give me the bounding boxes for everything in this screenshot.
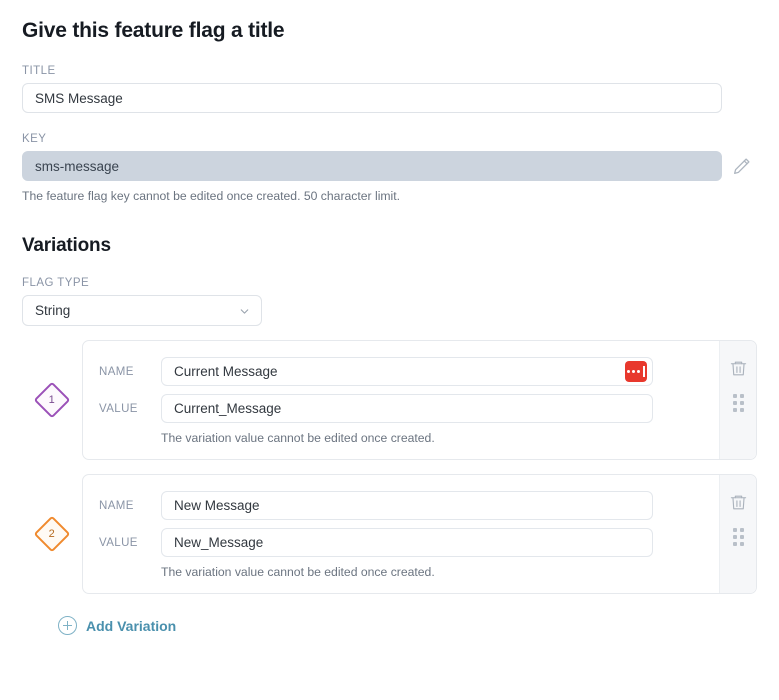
- variation-name-label: NAME: [99, 365, 134, 378]
- handle-dot: [739, 528, 744, 532]
- handle-dot: [739, 535, 744, 539]
- variation-name-label: NAME: [99, 499, 134, 512]
- chevron-down-icon[interactable]: [238, 305, 251, 318]
- handle-dot: [732, 401, 737, 405]
- handle-dot: [732, 408, 737, 412]
- add-variation-label: Add Variation: [86, 617, 177, 634]
- variation-index-badge: 1: [33, 381, 71, 419]
- variation-row: 1 NAME V: [22, 340, 757, 460]
- handle-dot: [732, 528, 737, 532]
- variation-name-input-wrap: [161, 491, 653, 520]
- variation-badge-col: 1: [22, 381, 82, 419]
- variation-card: NAME VALUE The variation value cannot be…: [82, 474, 757, 594]
- variation-value-input[interactable]: [161, 394, 653, 423]
- drag-handle-icon[interactable]: [732, 528, 744, 546]
- key-edit-button[interactable]: [730, 154, 754, 178]
- variation-card-body: NAME VALUE The variation value cannot be…: [83, 475, 719, 593]
- handle-dot: [732, 542, 737, 546]
- variation-value-input-wrap: [161, 394, 653, 423]
- add-variation-button[interactable]: Add Variation: [58, 616, 176, 635]
- variation-value-label: VALUE: [99, 402, 138, 415]
- title-input[interactable]: [22, 83, 722, 113]
- flag-type-value: String: [35, 303, 71, 318]
- variation-value-line: VALUE: [99, 394, 719, 423]
- page-title: Give this feature flag a title: [22, 19, 285, 42]
- handle-dot: [739, 408, 744, 412]
- handle-dot: [739, 542, 744, 546]
- key-field-label: KEY: [22, 133, 47, 145]
- variation-value-label: VALUE: [99, 536, 138, 549]
- badge-dot: [627, 370, 630, 373]
- variation-name-input[interactable]: [161, 491, 653, 520]
- handle-dot: [739, 401, 744, 405]
- key-helper-text: The feature flag key cannot be edited on…: [22, 189, 401, 203]
- variation-value-input[interactable]: [161, 528, 653, 557]
- variation-value-line: VALUE: [99, 528, 719, 557]
- trash-icon[interactable]: [729, 359, 748, 378]
- variation-card-body: NAME VALUE: [83, 341, 719, 459]
- variation-index-badge: 2: [33, 515, 71, 553]
- variation-name-input-wrap: [161, 357, 653, 386]
- variation-value-helper: The variation value cannot be edited onc…: [161, 431, 435, 445]
- handle-dot: [739, 394, 744, 398]
- variation-card: NAME VALUE: [82, 340, 757, 460]
- trash-icon[interactable]: [729, 493, 748, 512]
- variations-title: Variations: [22, 235, 111, 256]
- variation-row: 2 NAME VALUE The variation value cannot …: [22, 474, 757, 594]
- variation-index-label: 1: [48, 393, 56, 406]
- flag-type-select-wrap: String: [22, 295, 262, 326]
- variation-badge-col: 2: [22, 515, 82, 553]
- handle-dot: [732, 535, 737, 539]
- title-field-label: TITLE: [22, 65, 56, 77]
- variation-actions-panel: [719, 341, 756, 459]
- variation-status-badge[interactable]: [625, 361, 647, 382]
- variation-index-label: 2: [48, 527, 56, 540]
- variation-value-input-wrap: [161, 528, 653, 557]
- badge-dot: [637, 370, 640, 373]
- badge-dot: [632, 370, 635, 373]
- drag-handle-icon[interactable]: [732, 394, 744, 412]
- badge-bar: [643, 366, 645, 377]
- pencil-icon: [734, 158, 750, 174]
- variation-name-input[interactable]: [161, 357, 653, 386]
- feature-flag-form: Give this feature flag a title TITLE KEY…: [0, 0, 779, 700]
- plus-circle-icon: [58, 616, 77, 635]
- variation-value-helper: The variation value cannot be edited onc…: [161, 565, 435, 579]
- flag-type-select[interactable]: String: [22, 295, 262, 326]
- variation-name-line: NAME: [99, 491, 719, 520]
- variation-name-line: NAME: [99, 357, 719, 386]
- handle-dot: [732, 394, 737, 398]
- flag-type-label: FLAG TYPE: [22, 277, 90, 289]
- key-input[interactable]: [22, 151, 722, 181]
- key-field-row: [22, 151, 762, 181]
- variation-actions-panel: [719, 475, 756, 593]
